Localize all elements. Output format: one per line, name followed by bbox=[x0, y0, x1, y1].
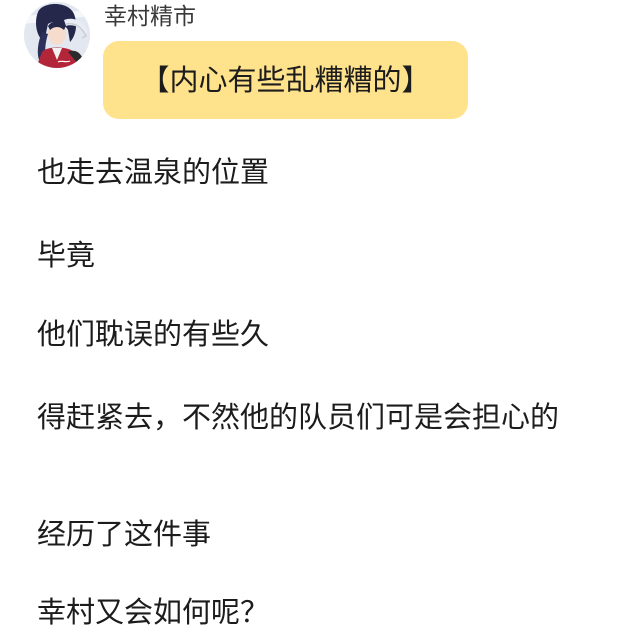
character-portrait-icon bbox=[24, 2, 90, 68]
chat-bubble: 【内心有些乱糟糟的】 bbox=[103, 41, 468, 119]
story-line: 也走去温泉的位置 bbox=[37, 155, 270, 189]
story-line: 幸村又会如何呢？ bbox=[37, 595, 270, 629]
avatar[interactable] bbox=[24, 2, 90, 68]
story-line: 他们耽误的有些久 bbox=[37, 317, 270, 351]
story-line: 经历了这件事 bbox=[37, 517, 212, 551]
story-line: 毕竟 bbox=[37, 238, 96, 272]
username[interactable]: 幸村精市 bbox=[104, 2, 196, 32]
story-line: 得赶紧去，不然他的队员们可是会担心的 bbox=[37, 400, 560, 434]
chat-bubble-text: 【内心有些乱糟糟的】 bbox=[140, 63, 431, 97]
chat-story-page: 幸村精市 【内心有些乱糟糟的】 也走去温泉的位置 毕竟 他们耽误的有些久 得赶紧… bbox=[0, 0, 640, 643]
